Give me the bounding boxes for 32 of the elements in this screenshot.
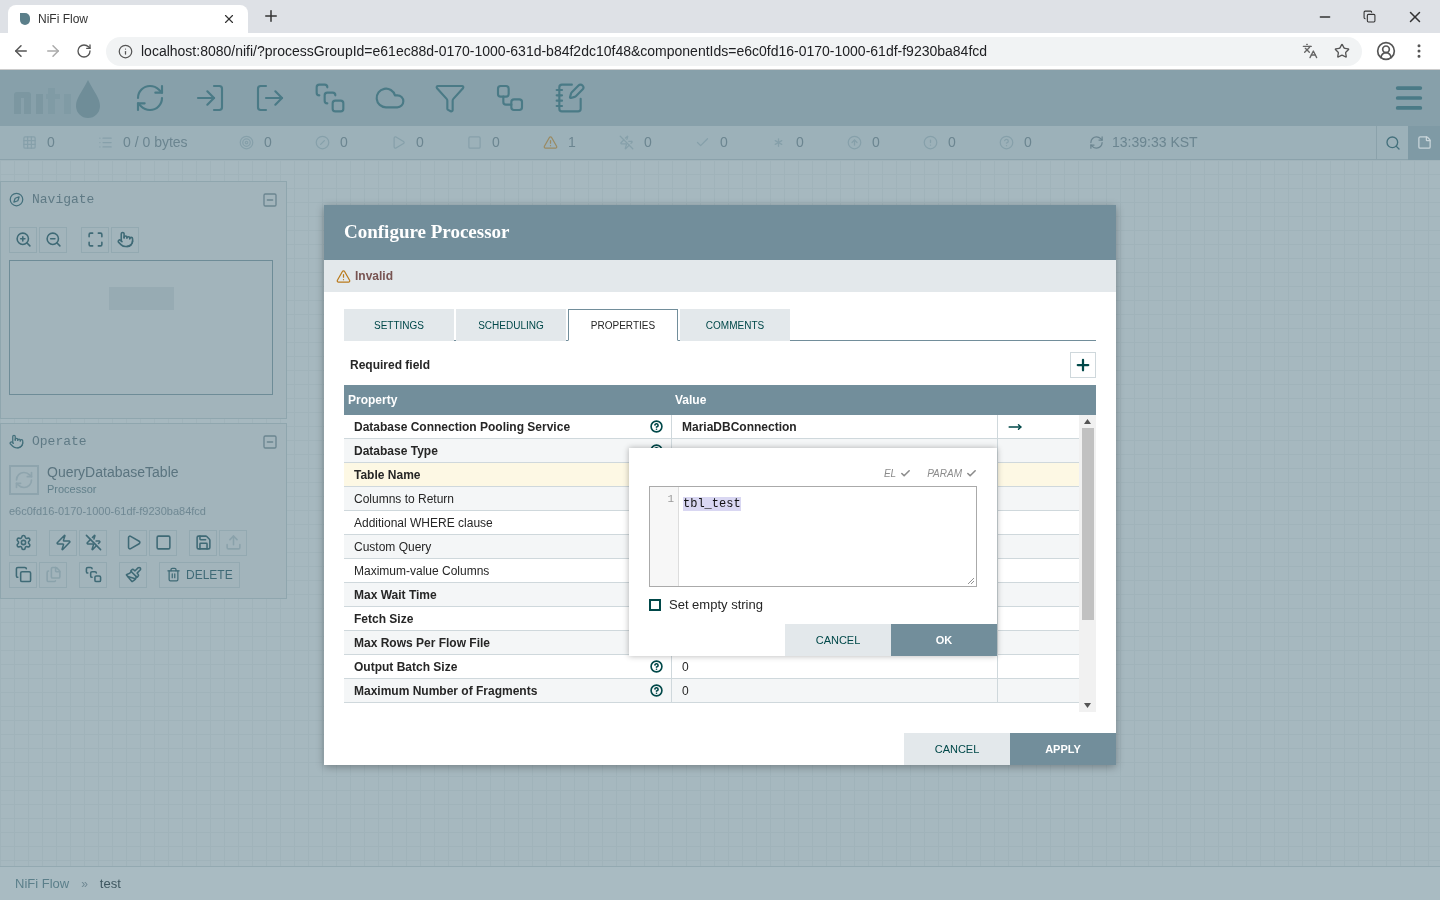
property-name: Custom Query — [354, 538, 433, 556]
property-value: 0 — [682, 682, 689, 700]
property-name: Fetch Size — [354, 610, 415, 628]
required-field-label: Required field — [350, 357, 430, 374]
component-type: Processor — [47, 481, 98, 497]
property-name: Max Wait Time — [354, 586, 438, 604]
property-name: Database Connection Pooling Service — [354, 418, 572, 436]
property-name: Additional WHERE clause — [354, 514, 494, 532]
flag-label: EL — [883, 467, 897, 481]
dialog-title: Configure Processor — [344, 220, 510, 245]
component-name: QueryDatabaseTable — [47, 463, 179, 481]
flag-label: PARAM — [927, 467, 962, 481]
property-name: Table Name — [354, 466, 422, 484]
property-name: Columns to Return — [354, 490, 456, 508]
property-name: Database Type — [354, 442, 439, 460]
url-text: localhost:8080/nifi/?processGroupId=e61ec88d-0170-1000-631d-b84f2dc10f48&componentIds=e6c0fd16-0170-1000-61df-f9230ba84fcd — [141, 41, 989, 61]
property-name: Maximum-value Columns — [354, 562, 491, 580]
line-number: 1 — [667, 492, 674, 507]
checkbox-label: Set empty string — [669, 596, 763, 614]
property-name: Maximum Number of Fragments — [354, 682, 539, 700]
property-name: Max Rows Per Flow File — [354, 634, 492, 652]
tab-title: NiFi Flow — [38, 11, 89, 28]
property-value: MariaDBConnection — [682, 418, 797, 436]
panel-title: Operate — [32, 433, 88, 451]
property-name: Output Batch Size — [354, 658, 459, 676]
validation-status: Invalid — [355, 268, 393, 285]
editor-text: tbl_test — [683, 497, 741, 511]
column-header: Property — [347, 392, 399, 409]
property-value: 0 — [682, 658, 689, 676]
breadcrumb-separator: » — [81, 875, 88, 893]
column-header: Value — [674, 392, 708, 409]
panel-title: Navigate — [32, 191, 96, 209]
